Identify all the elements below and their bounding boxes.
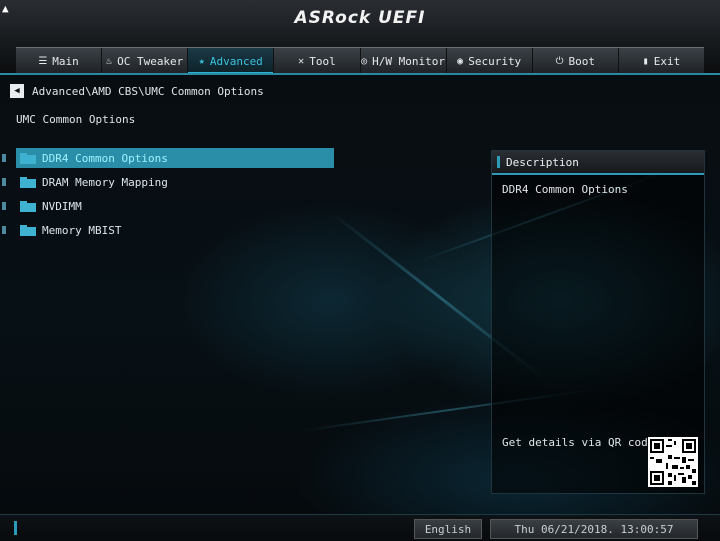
nav-divider: [0, 73, 720, 75]
item-marker: [2, 154, 6, 162]
tab-security[interactable]: ◉ Security: [447, 48, 533, 74]
main-nav: ☰ Main ♨ OC Tweaker ★ Advanced ✕ Tool ◎ …: [16, 47, 704, 74]
footer-marker: [14, 521, 17, 535]
menu-item-nvdimm[interactable]: NVDIMM: [2, 196, 334, 216]
menu-item-label: Memory MBIST: [42, 223, 122, 237]
page-title: UMC Common Options: [16, 113, 136, 126]
list-icon: ☰: [38, 55, 48, 67]
tab-label: Security: [468, 54, 522, 68]
tab-tool[interactable]: ✕ Tool: [274, 48, 361, 74]
breadcrumb-path: Advanced\AMD CBS\UMC Common Options: [32, 84, 264, 98]
menu-item-label: DDR4 Common Options: [42, 151, 168, 165]
tab-label: H/W Monitor: [372, 54, 445, 68]
qr-code: [648, 437, 698, 487]
star-icon: ★: [198, 55, 205, 67]
tab-label: Boot: [568, 54, 596, 68]
tab-label: Main: [52, 54, 79, 68]
tools-icon: ✕: [298, 55, 305, 67]
item-marker: [2, 178, 6, 186]
folder-icon: [20, 152, 36, 164]
breadcrumb: ◀ Advanced\AMD CBS\UMC Common Options: [10, 84, 264, 98]
tab-oc-tweaker[interactable]: ♨ OC Tweaker: [102, 48, 189, 74]
description-title: Description: [492, 151, 704, 175]
footer: English Thu 06/21/2018. 13:00:57: [0, 514, 720, 541]
tab-label: Tool: [309, 54, 336, 68]
menu-item-ddr4-common-options[interactable]: DDR4 Common Options: [2, 148, 334, 168]
asrock-uefi-logo: ASRock UEFI: [294, 8, 426, 28]
menu-item-label: NVDIMM: [42, 199, 82, 213]
tab-main[interactable]: ☰ Main: [16, 48, 103, 74]
folder-icon: [20, 176, 36, 188]
exit-icon: ▮: [642, 55, 649, 67]
flame-icon: ♨: [106, 55, 113, 67]
language-button[interactable]: English: [414, 519, 482, 539]
tab-hw-monitor[interactable]: ◎ H/W Monitor: [361, 48, 447, 74]
description-text: DDR4 Common Options: [502, 183, 628, 196]
menu-item-memory-mbist[interactable]: Memory MBIST: [2, 220, 334, 240]
folder-icon: [20, 200, 36, 212]
tab-boot[interactable]: ⏻ Boot: [533, 48, 619, 74]
mouse-cursor-icon: ▲: [2, 2, 9, 15]
shield-icon: ◉: [457, 55, 464, 67]
chevron-left-icon: ◀: [14, 86, 20, 96]
qr-label: Get details via QR code: [502, 436, 655, 449]
options-menu: DDR4 Common Options DRAM Memory Mapping …: [2, 148, 334, 244]
tab-advanced[interactable]: ★ Advanced: [188, 48, 275, 74]
tab-label: Exit: [653, 54, 681, 68]
tab-exit[interactable]: ▮ Exit: [619, 48, 704, 74]
menu-item-dram-memory-mapping[interactable]: DRAM Memory Mapping: [2, 172, 334, 192]
tab-label: Advanced: [209, 54, 263, 68]
item-marker: [2, 226, 6, 234]
monitor-icon: ◎: [361, 55, 368, 67]
datetime-display: Thu 06/21/2018. 13:00:57: [490, 519, 698, 539]
menu-item-label: DRAM Memory Mapping: [42, 175, 168, 189]
folder-icon: [20, 224, 36, 236]
tab-label: OC Tweaker: [117, 54, 184, 68]
back-button[interactable]: ◀: [10, 84, 24, 98]
header: ASRock UEFI ☰ Main ♨ OC Tweaker ★ Advanc…: [0, 0, 720, 74]
item-marker: [2, 202, 6, 210]
description-panel: Description DDR4 Common Options Get deta…: [491, 150, 705, 494]
power-icon: ⏻: [555, 55, 564, 67]
